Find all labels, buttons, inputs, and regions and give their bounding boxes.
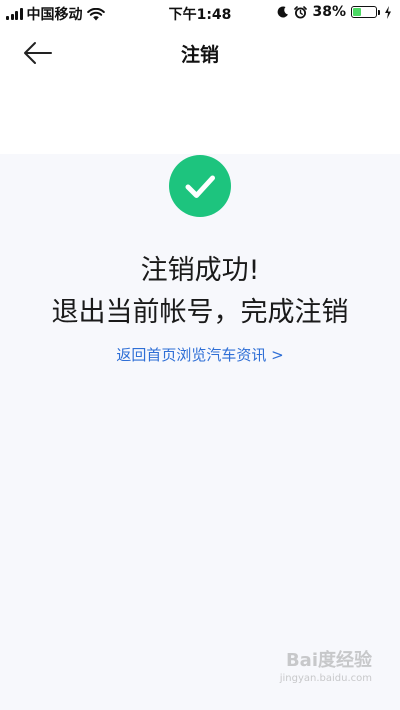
watermark-brand: Bai度经验 (285, 650, 372, 671)
back-to-home-link[interactable]: 返回首页浏览汽车资讯 > (0, 344, 400, 365)
status-bar: 中国移动 下午1:48 38% (0, 0, 400, 26)
watermark-url: jingyan.baidu.com (279, 673, 372, 684)
battery-level (353, 8, 362, 16)
header-spacer (0, 80, 400, 154)
charging-icon (385, 5, 391, 19)
success-message: 注销成功! (140, 255, 260, 286)
nav-bar: 注销 (0, 26, 400, 80)
page-title: 注销 (180, 44, 219, 66)
success-detail: 退出当前帐号，完成注销 (51, 297, 349, 328)
baidu-watermark: Bai度经验 jingyan.baidu.com (280, 652, 372, 688)
battery-icon (351, 6, 380, 18)
status-right: 38% (277, 4, 392, 20)
check-circle-icon (169, 155, 231, 217)
battery-percent: 38% (312, 4, 346, 20)
moon-icon (278, 6, 289, 18)
result-panel: 注销成功! 退出当前帐号，完成注销 返回首页浏览汽车资讯 > (0, 154, 400, 710)
alarm-icon (294, 5, 308, 18)
